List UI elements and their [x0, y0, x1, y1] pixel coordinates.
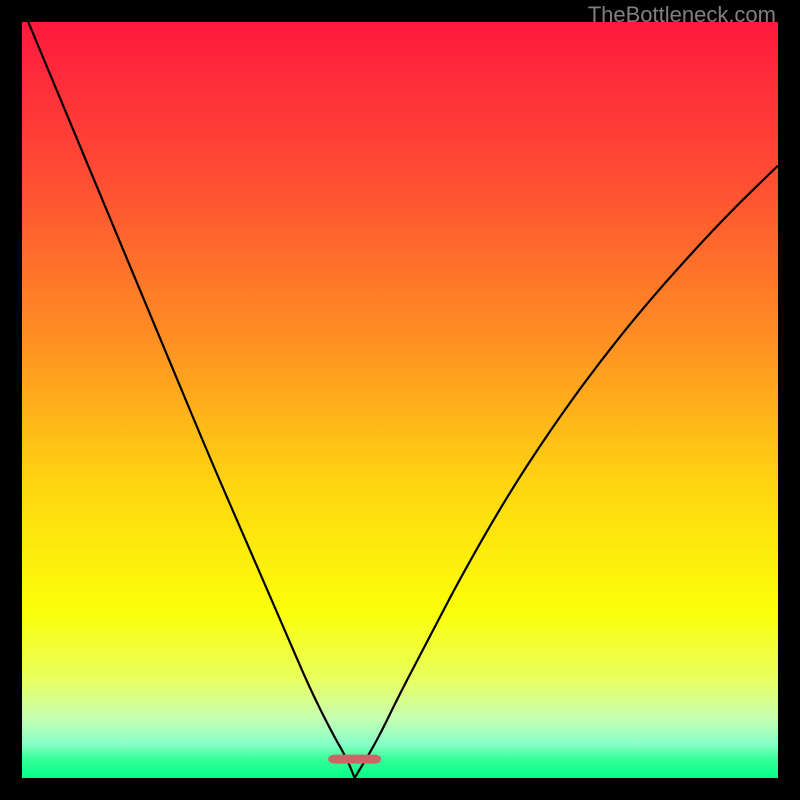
gradient-background: [22, 22, 778, 778]
minimum-marker: [328, 755, 381, 764]
watermark-text: TheBottleneck.com: [588, 2, 776, 28]
bottleneck-chart: [22, 22, 778, 778]
chart-plot-area: [22, 22, 778, 778]
